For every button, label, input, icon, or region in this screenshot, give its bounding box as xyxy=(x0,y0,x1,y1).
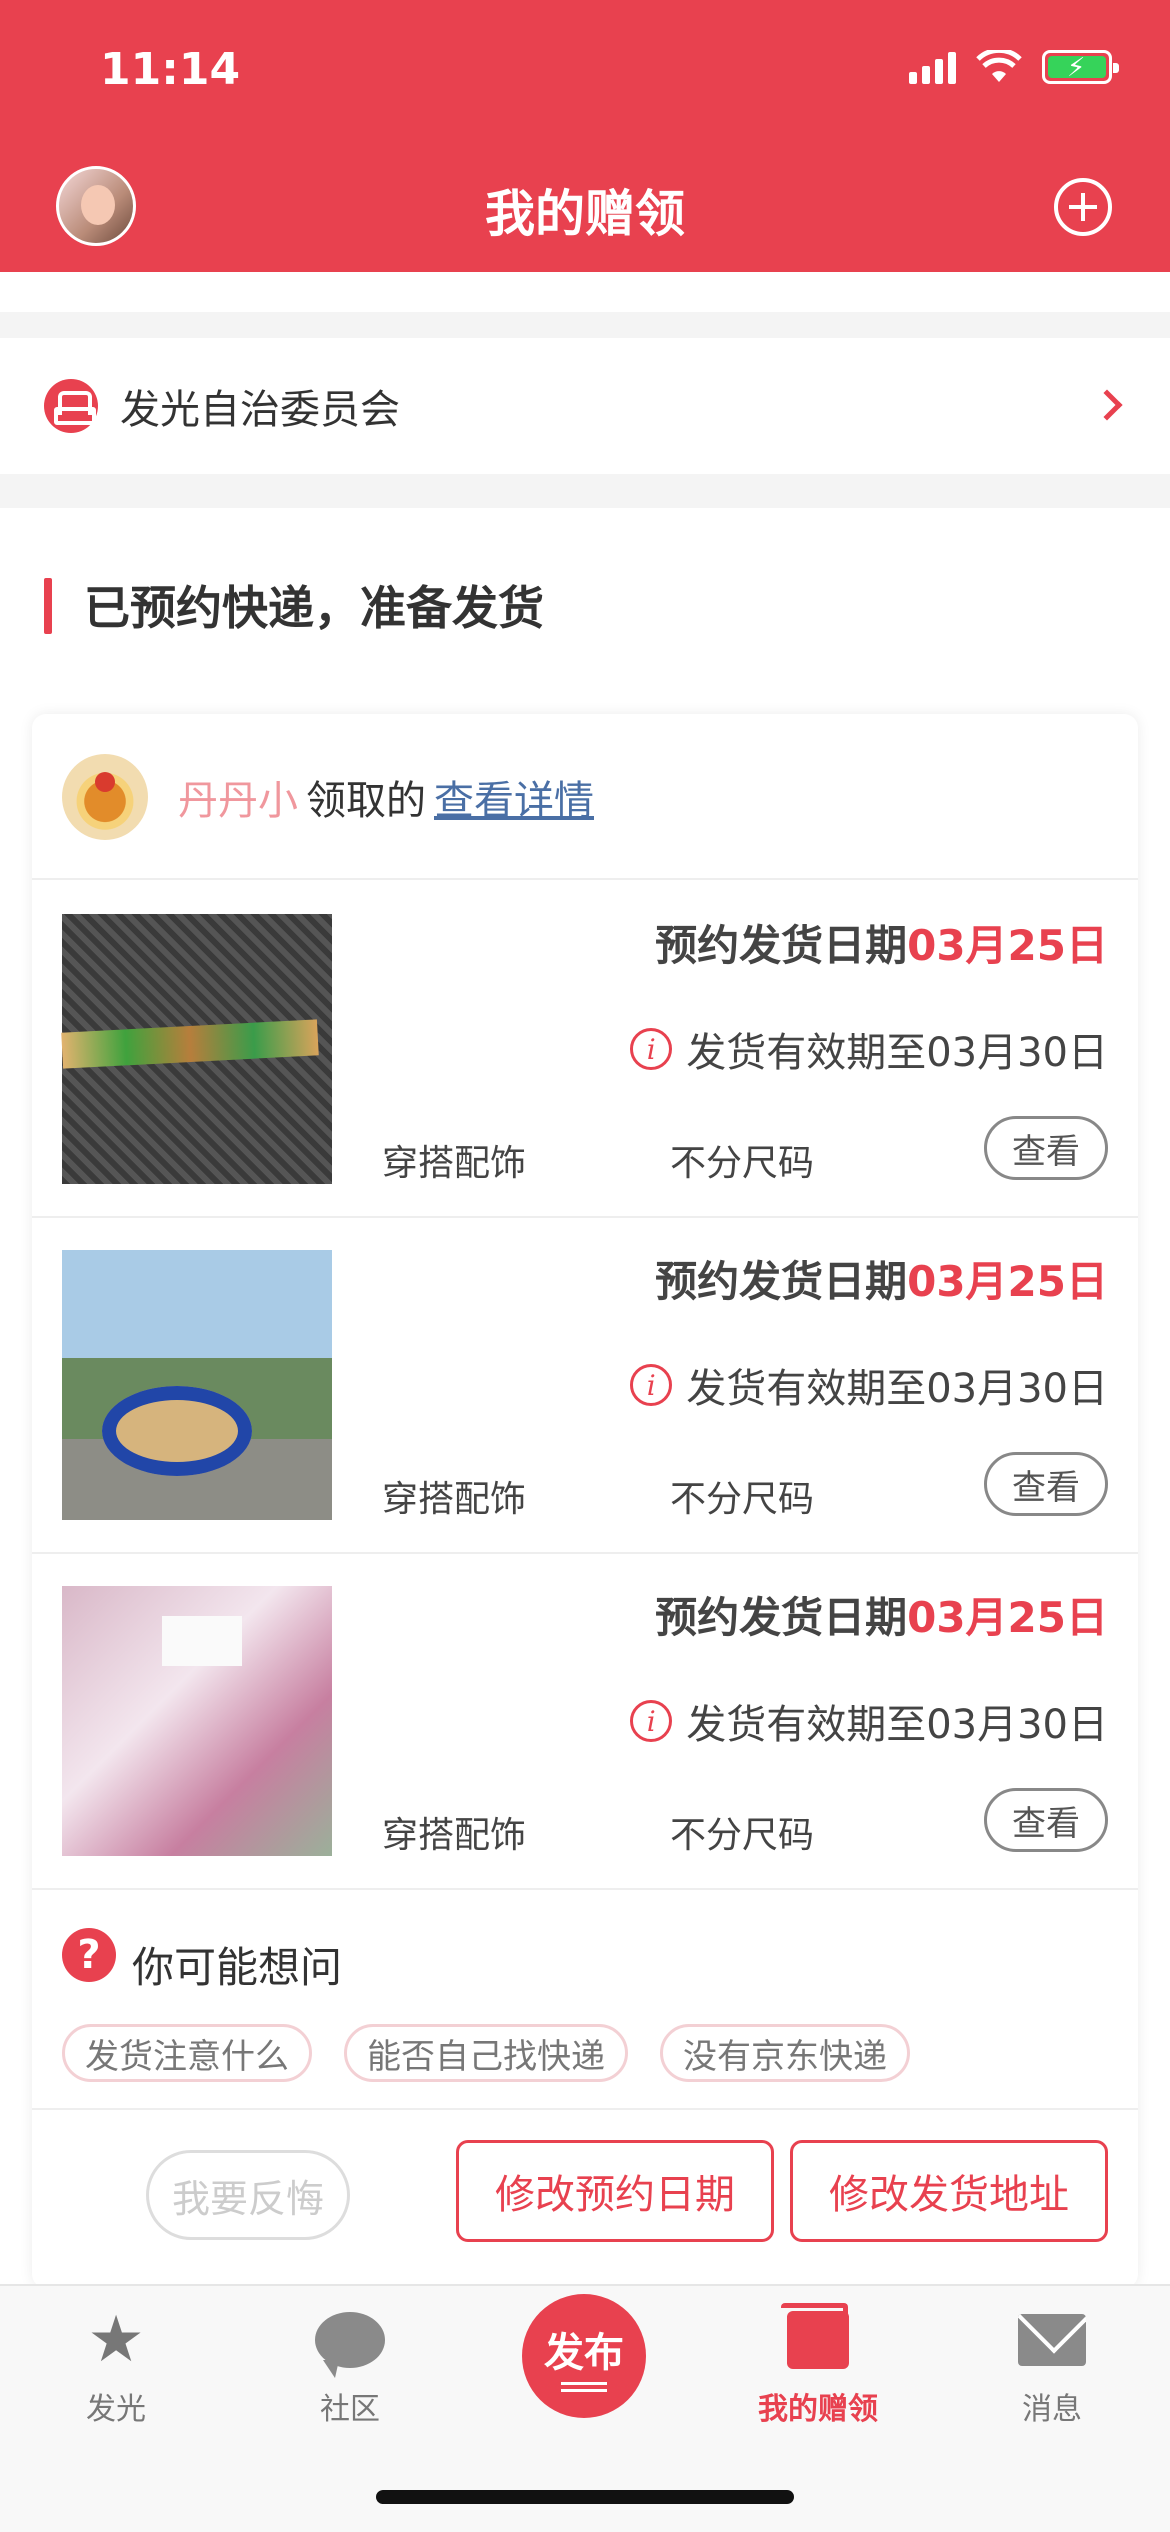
giver-name[interactable]: 丹丹小 xyxy=(178,778,298,824)
item-category: 穿搭配饰 xyxy=(382,1143,527,1184)
card-header-text: 丹丹小 领取的 查看详情 xyxy=(178,768,594,826)
date-value: 03月25日 xyxy=(907,1257,1108,1306)
item-date: 预约发货日期03月25日 xyxy=(655,912,1108,973)
card-actions: 我要反悔 修改预约日期 修改发货地址 xyxy=(32,2110,1138,2288)
view-detail-link[interactable]: 查看详情 xyxy=(434,778,594,824)
committee-row[interactable]: 发光自治委员会 xyxy=(0,338,1170,474)
tab-community[interactable]: 社区 xyxy=(250,2302,450,2428)
item-date: 预约发货日期03月25日 xyxy=(655,1248,1108,1309)
date-value: 03月25日 xyxy=(907,921,1108,970)
faq-section: ? 你可能想问 发货注意什么 能否自己找快递 没有京东快递 xyxy=(32,1888,1138,2110)
publish-label: 发布 xyxy=(544,2330,624,2376)
info-icon: i xyxy=(630,1364,673,1406)
question-icon: ? xyxy=(62,1928,116,1982)
top-header: 11:14 ⚡ 我的赠领 xyxy=(0,0,1170,272)
change-date-button[interactable]: 修改预约日期 xyxy=(456,2140,774,2242)
tab-shine[interactable]: ★ 发光 xyxy=(16,2302,216,2428)
publish-icon xyxy=(561,2382,607,2392)
view-button[interactable]: 查看 xyxy=(984,1116,1108,1180)
change-address-button[interactable]: 修改发货地址 xyxy=(790,2140,1108,2242)
mail-icon xyxy=(1018,2314,1086,2366)
wifi-icon xyxy=(976,50,1022,82)
list-item[interactable]: 预约发货日期03月25日 i 发货有效期至03月30日 穿搭配饰 不分尺码 查看 xyxy=(32,882,1138,1218)
item-thumbnail[interactable] xyxy=(62,1586,332,1856)
list-item[interactable]: 预约发货日期03月25日 i 发货有效期至03月30日 穿搭配饰 不分尺码 查看 xyxy=(32,1218,1138,1554)
home-indicator[interactable] xyxy=(376,2490,794,2504)
signal-icon xyxy=(909,50,956,84)
section-title: 已预约快递，准备发货 xyxy=(84,581,544,635)
faq-title: 你可能想问 xyxy=(132,1943,343,1992)
faq-chip[interactable]: 发货注意什么 xyxy=(62,2024,312,2082)
item-category: 穿搭配饰 xyxy=(382,1815,527,1856)
faq-chip[interactable]: 没有京东快递 xyxy=(660,2024,910,2082)
status-icons: ⚡ xyxy=(909,50,1119,84)
item-size: 不分尺码 xyxy=(670,1143,815,1184)
chevron-right-icon xyxy=(1091,389,1123,421)
item-expiry: i 发货有效期至03月30日 xyxy=(630,1020,1108,1078)
list-item[interactable]: 预约发货日期03月25日 i 发货有效期至03月30日 穿搭配饰 不分尺码 查看 xyxy=(32,1554,1138,1890)
gift-box-icon xyxy=(781,2303,849,2369)
chat-bubble-icon xyxy=(315,2312,385,2378)
item-category: 穿搭配饰 xyxy=(382,1479,527,1520)
item-thumbnail[interactable] xyxy=(62,1250,332,1520)
battery-icon: ⚡ xyxy=(1042,50,1119,84)
item-expiry: i 发货有效期至03月30日 xyxy=(630,1692,1108,1750)
taken-text: 领取的 xyxy=(306,778,426,824)
view-button[interactable]: 查看 xyxy=(984,1788,1108,1852)
date-label: 预约发货日期 xyxy=(655,1257,908,1306)
faq-chip[interactable]: 能否自己找快递 xyxy=(344,2024,628,2082)
item-thumbnail[interactable] xyxy=(62,914,332,1184)
item-date: 预约发货日期03月25日 xyxy=(655,1584,1108,1645)
tab-messages[interactable]: 消息 xyxy=(952,2302,1152,2428)
order-card: 丹丹小 领取的 查看详情 预约发货日期03月25日 i 发货有效期至03月30日 穿… xyxy=(32,714,1138,2288)
expiry-text: 发货有效期至03月30日 xyxy=(686,1702,1108,1748)
main-content: 已预约快递，准备发货 丹丹小 领取的 查看详情 预约发货日期03月25日 i 发货有… xyxy=(0,508,1170,2288)
star-icon: ★ xyxy=(87,2303,145,2377)
tab-label: 社区 xyxy=(320,2392,380,2427)
publish-button[interactable]: 发布 xyxy=(522,2294,646,2418)
regret-button[interactable]: 我要反悔 xyxy=(146,2150,350,2240)
tab-my-gifts[interactable]: 我的赠领 xyxy=(718,2302,918,2428)
expiry-text: 发货有效期至03月30日 xyxy=(686,1030,1108,1076)
card-header: 丹丹小 领取的 查看详情 xyxy=(32,714,1138,880)
tab-label: 发光 xyxy=(86,2392,146,2427)
date-value: 03月25日 xyxy=(907,1593,1108,1642)
committee-label: 发光自治委员会 xyxy=(120,387,400,433)
add-button[interactable] xyxy=(1054,178,1112,236)
date-label: 预约发货日期 xyxy=(655,1593,908,1642)
tab-label: 我的赠领 xyxy=(758,2392,878,2427)
item-size: 不分尺码 xyxy=(670,1815,815,1856)
header-spacer xyxy=(0,272,1170,312)
committee-icon xyxy=(44,379,98,433)
info-icon: i xyxy=(630,1028,673,1070)
page-title: 我的赠领 xyxy=(485,185,685,243)
status-time: 11:14 xyxy=(100,44,241,95)
info-icon: i xyxy=(630,1700,673,1742)
giver-avatar[interactable] xyxy=(62,754,148,840)
date-label: 预约发货日期 xyxy=(655,921,908,970)
expiry-text: 发货有效期至03月30日 xyxy=(686,1366,1108,1412)
item-size: 不分尺码 xyxy=(670,1479,815,1520)
item-expiry: i 发货有效期至03月30日 xyxy=(630,1356,1108,1414)
view-button[interactable]: 查看 xyxy=(984,1452,1108,1516)
faq-chips: 发货注意什么 能否自己找快递 没有京东快递 xyxy=(62,2024,910,2082)
tab-label: 消息 xyxy=(1022,2392,1082,2427)
